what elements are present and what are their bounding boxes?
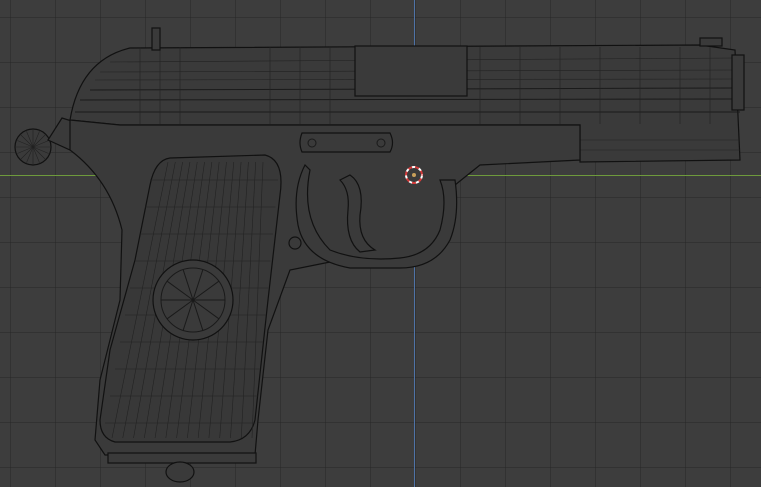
grip-star-emblem (152, 259, 234, 341)
3d-cursor-icon[interactable] (404, 165, 424, 185)
takedown-latch (299, 132, 394, 153)
rear-sight (151, 27, 161, 51)
screw (288, 236, 302, 250)
lanyard-ring (165, 461, 195, 483)
front-sight (699, 37, 723, 47)
3d-viewport[interactable] (0, 0, 761, 487)
hammer (14, 117, 76, 166)
pistol-mesh[interactable] (0, 0, 761, 487)
ejection-port (354, 45, 468, 97)
muzzle (731, 54, 745, 111)
